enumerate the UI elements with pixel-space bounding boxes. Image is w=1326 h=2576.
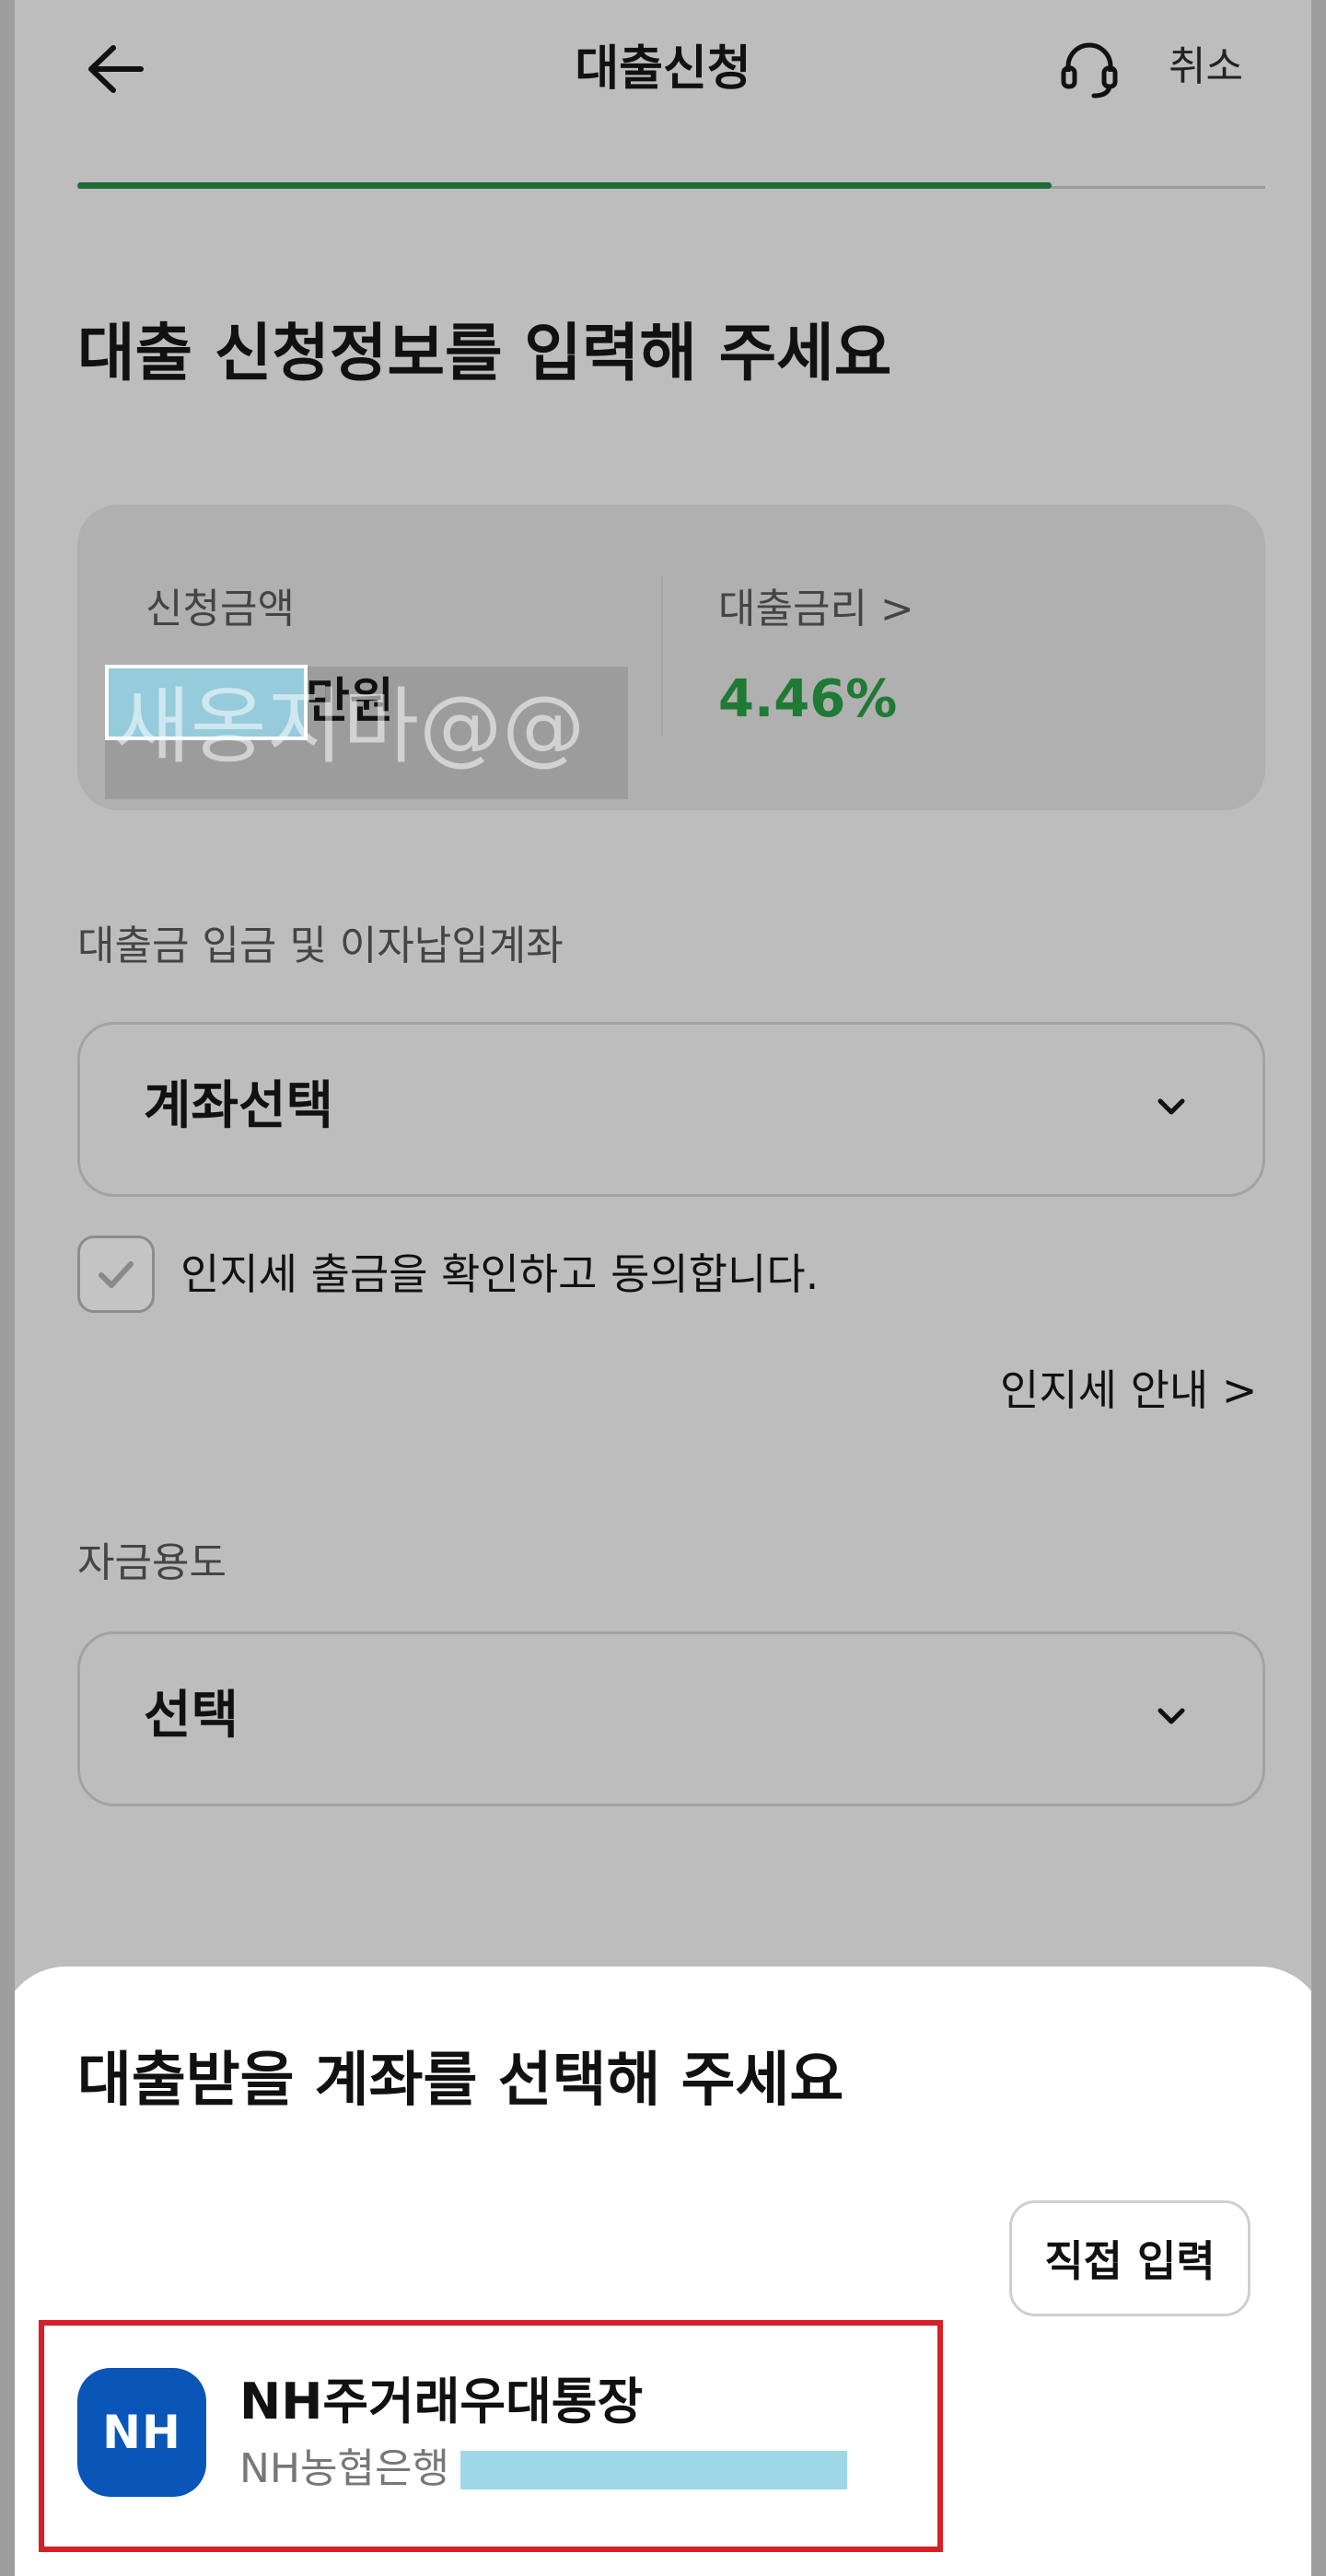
interest-rate-value: 4.46% bbox=[718, 669, 898, 729]
bank-name: NH농협은행 bbox=[239, 2445, 449, 2492]
card-divider bbox=[661, 576, 663, 737]
checkmark-icon bbox=[99, 1261, 134, 1288]
interest-rate-link[interactable]: 대출금리 > bbox=[718, 582, 914, 637]
requested-amount-label: 신청금액 bbox=[145, 586, 295, 632]
back-button[interactable] bbox=[83, 37, 147, 101]
watermark-text: 새옹지마@@ bbox=[114, 679, 586, 775]
account-name: NH주거래우대통장 bbox=[239, 2373, 644, 2431]
stamp-tax-info-link[interactable]: 인지세 안내 > bbox=[1000, 1361, 1257, 1420]
page-heading: 대출 신청정보를 입력해 주세요 bbox=[77, 318, 892, 390]
back-arrow-icon bbox=[88, 45, 144, 93]
redacted-account-number bbox=[460, 2451, 847, 2489]
customer-support-button[interactable] bbox=[1055, 35, 1123, 103]
purpose-section-label: 자금용도 bbox=[77, 1539, 227, 1586]
cancel-button[interactable]: 취소 bbox=[1169, 39, 1243, 96]
headset-icon bbox=[1061, 42, 1118, 99]
purpose-select-value: 선택 bbox=[144, 1686, 239, 1746]
stamp-tax-checkbox[interactable] bbox=[77, 1236, 155, 1313]
sheet-title: 대출받을 계좌를 선택해 주세요 bbox=[77, 2047, 844, 2115]
stamp-tax-checkbox-label[interactable]: 인지세 출금을 확인하고 동의합니다. bbox=[180, 1245, 819, 1304]
account-select-value: 계좌선택 bbox=[144, 1076, 334, 1136]
chevron-down-icon bbox=[1157, 1098, 1185, 1115]
account-section-label: 대출금 입금 및 이자납입계좌 bbox=[77, 922, 564, 969]
purpose-chevron bbox=[1149, 1694, 1193, 1738]
chevron-down-icon bbox=[1157, 1708, 1185, 1724]
purpose-select[interactable] bbox=[77, 1631, 1265, 1806]
app-screen: 대출신청 취소 대출 신청정보를 입력해 주세요 신청금액 만원 새옹지마@@ … bbox=[15, 0, 1311, 2576]
header-bar: 대출신청 취소 bbox=[15, 0, 1311, 138]
nh-bank-logo-icon: NH bbox=[77, 2368, 206, 2497]
direct-input-button[interactable]: 직접 입력 bbox=[1009, 2200, 1250, 2316]
progress-bar-fill bbox=[77, 182, 1052, 189]
account-chevron bbox=[1149, 1085, 1193, 1129]
